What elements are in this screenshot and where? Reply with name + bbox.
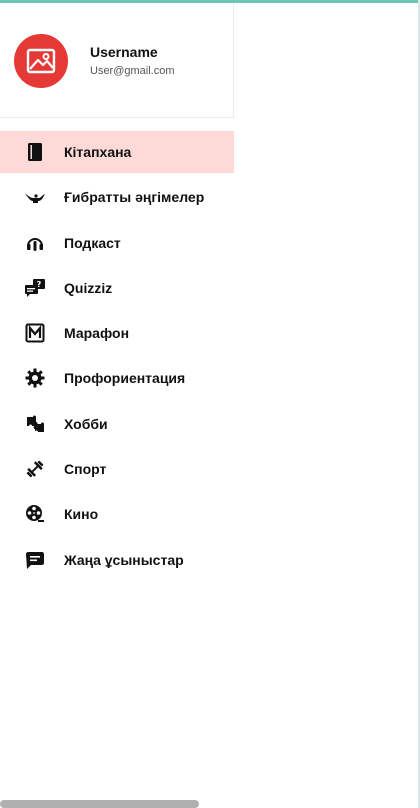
menu-item-new-suggestions[interactable]: Жаңа ұсыныстар [0, 539, 234, 581]
magic-lamp-icon [24, 187, 46, 207]
menu-item-quizziz[interactable]: ? Quizziz [0, 267, 234, 309]
menu-item-stories[interactable]: Ғибратты әңгімелер [0, 176, 234, 218]
menu-item-label: Спорт [64, 461, 107, 478]
menu-item-label: Ғибратты әңгімелер [64, 189, 205, 206]
menu-item-marathon[interactable]: Марафон [0, 312, 234, 354]
menu-item-label: Профориентация [64, 370, 186, 387]
menu-item-cinema[interactable]: Кино [0, 493, 234, 535]
menu-item-library[interactable]: Кітапхана [0, 131, 234, 173]
menu-item-label: Хобби [64, 415, 108, 432]
menu-item-label: Кітапхана [64, 144, 132, 160]
book-icon [24, 142, 46, 162]
marathon-m-icon [24, 323, 46, 343]
menu-item-label: Марафон [64, 325, 130, 342]
drawer-header: Username User@gmail.com [0, 3, 234, 118]
drawer-menu: Кітапхана Ғибратты әңгімелер Подкаст ? Q… [0, 131, 234, 584]
podcast-icon [24, 233, 46, 253]
horizontal-scrollbar[interactable] [0, 800, 199, 808]
gear-icon [24, 368, 46, 388]
dumbbell-icon [24, 459, 46, 479]
username: Username [90, 44, 158, 60]
menu-item-hobby[interactable]: Хобби [0, 403, 234, 445]
film-reel-icon [24, 504, 46, 524]
menu-item-label: Жаңа ұсыныстар [64, 551, 184, 568]
navigation-drawer: Username User@gmail.com Кітапхана Ғибрат… [0, 3, 234, 808]
menu-item-label: Quizziz [64, 279, 113, 296]
menu-item-career[interactable]: Профориентация [0, 357, 234, 399]
avatar[interactable] [14, 34, 68, 88]
quiz-chat-icon: ? [24, 278, 46, 298]
menu-item-podcast[interactable]: Подкаст [0, 222, 234, 264]
menu-item-sport[interactable]: Спорт [0, 448, 234, 490]
puzzle-icon [24, 414, 46, 434]
menu-item-label: Кино [64, 506, 99, 523]
image-icon [26, 48, 56, 74]
message-icon [24, 550, 46, 570]
menu-item-label: Подкаст [64, 234, 121, 251]
user-email: User@gmail.com [90, 65, 175, 77]
